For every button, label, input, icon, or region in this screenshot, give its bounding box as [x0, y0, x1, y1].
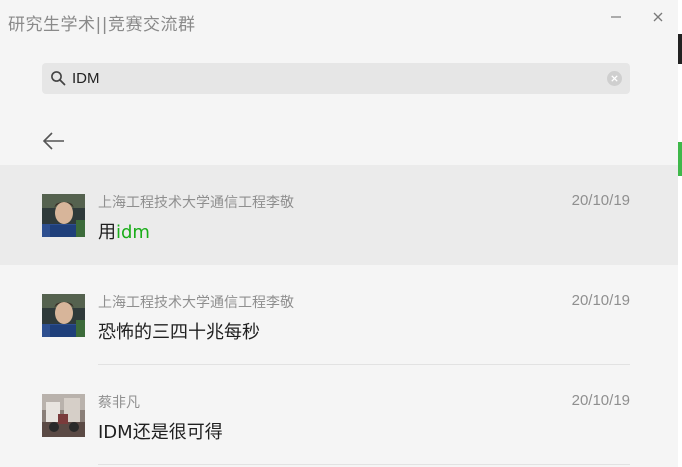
- avatar: [42, 194, 85, 237]
- sender-name: 上海工程技术大学通信工程李敬: [98, 195, 294, 211]
- search-box: [42, 63, 630, 94]
- sender-name: 上海工程技术大学通信工程李敬: [98, 295, 294, 311]
- minimize-button[interactable]: [603, 4, 629, 30]
- message-date: 20/10/19: [571, 292, 630, 309]
- minimize-icon: [611, 16, 621, 18]
- message-text-part: 用: [98, 222, 116, 243]
- close-icon: [653, 12, 663, 22]
- message-text: 恐怖的三四十兆每秒: [98, 318, 260, 344]
- search-match-highlight: idm: [116, 222, 150, 243]
- person-photo-avatar: [42, 294, 85, 337]
- person-photo-avatar: [42, 194, 85, 237]
- message-date: 20/10/19: [571, 192, 630, 209]
- search-input[interactable]: [72, 63, 592, 94]
- search-results-list: 上海工程技术大学通信工程李敬 20/10/19 用idm 上海工程技术大学通信工…: [0, 165, 678, 465]
- message-date: 20/10/19: [571, 392, 630, 409]
- search-icon: [51, 71, 66, 86]
- window-title: 研究生学术||竞赛交流群: [8, 15, 196, 35]
- message-text: IDM还是很可得: [98, 418, 223, 444]
- message-text-part: 恐怖的三四十兆每秒: [98, 322, 260, 343]
- clear-search-button[interactable]: [607, 71, 622, 86]
- clear-icon: [611, 75, 618, 82]
- background-window-edge: [678, 0, 682, 467]
- chat-history-search-window: 研究生学术||竞赛交流群 IDM 上海工程技术大学通信工程李敬 20/10/19…: [0, 0, 678, 467]
- background-window-edge-mark: [678, 34, 682, 64]
- sender-name: 蔡非凡: [98, 395, 140, 411]
- message-text-part: IDM还是很可得: [98, 422, 223, 443]
- result-item[interactable]: 上海工程技术大学通信工程李敬 20/10/19 用idm: [0, 165, 678, 265]
- close-button[interactable]: [645, 4, 671, 30]
- arrow-left-icon: [42, 132, 64, 150]
- row-divider: [98, 464, 630, 465]
- avatar: [42, 394, 85, 437]
- back-button[interactable]: [42, 130, 66, 152]
- background-window-edge-mark: [678, 142, 682, 176]
- message-text: 用idm: [98, 218, 150, 244]
- avatar: [42, 294, 85, 337]
- result-item[interactable]: 蔡非凡 20/10/19 IDM还是很可得: [0, 365, 678, 465]
- photo-avatar: [42, 394, 85, 437]
- result-item[interactable]: 上海工程技术大学通信工程李敬 20/10/19 恐怖的三四十兆每秒: [0, 265, 678, 365]
